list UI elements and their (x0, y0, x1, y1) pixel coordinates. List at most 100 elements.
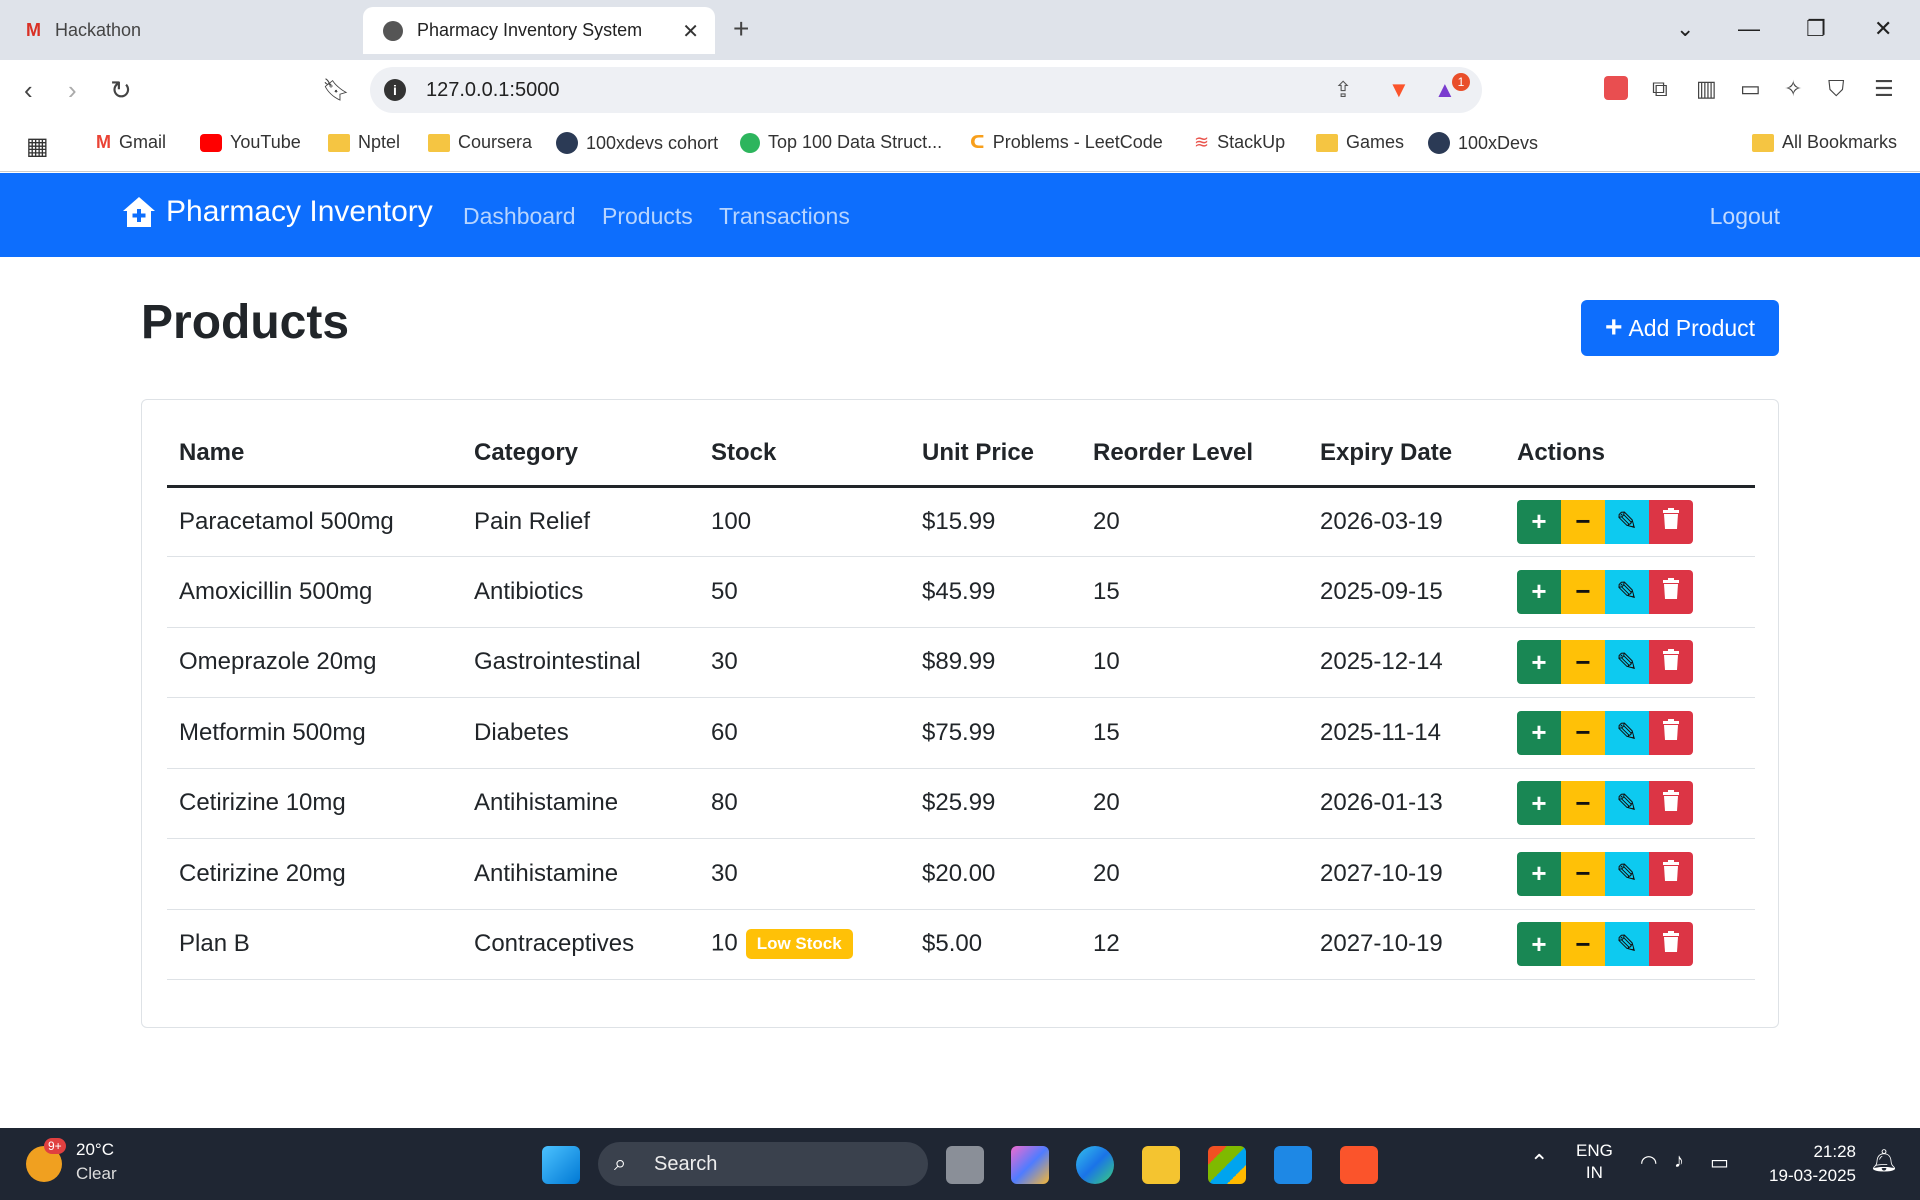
share-icon[interactable]: ⇪ (1334, 77, 1352, 103)
add-product-label: Add Product (1628, 314, 1756, 341)
task-view-icon[interactable] (946, 1146, 984, 1184)
vpn-shield-icon[interactable]: ⛉ (1828, 76, 1845, 102)
restore-button[interactable]: ❐ (1806, 14, 1826, 44)
increase-stock-button[interactable]: + (1517, 922, 1561, 967)
bookmark-stackup[interactable]: ≋ StackUp (1194, 132, 1285, 153)
edit-button[interactable]: ✎ (1605, 922, 1649, 967)
wifi-icon[interactable]: ◠ (1640, 1150, 1657, 1175)
price-value: $15.99 (922, 507, 996, 535)
forward-button[interactable]: › (68, 76, 77, 104)
microsoft-store-icon[interactable] (1208, 1146, 1246, 1184)
delete-button[interactable] (1649, 640, 1693, 685)
new-tab-button[interactable]: + (733, 14, 749, 44)
increase-stock-button[interactable]: + (1517, 851, 1561, 896)
close-tab-icon[interactable]: ✕ (682, 19, 699, 44)
nav-products[interactable]: Products (602, 203, 693, 230)
trash-icon (1662, 717, 1680, 748)
brave-browser-icon[interactable] (1340, 1146, 1378, 1184)
vscode-icon[interactable] (1274, 1146, 1312, 1184)
cell-category: Gastrointestinal (462, 627, 699, 698)
extensions-puzzle-icon[interactable]: ⧉ (1652, 76, 1668, 102)
increase-stock-button[interactable]: + (1517, 710, 1561, 755)
trash-icon (1662, 788, 1680, 819)
windows-start-icon[interactable] (542, 1146, 580, 1184)
bookmark-top-100[interactable]: Top 100 Data Struct... (740, 132, 942, 153)
decrease-stock-button[interactable]: − (1561, 851, 1605, 896)
sidebar-icon[interactable]: ▥ (1696, 76, 1717, 102)
close-window-button[interactable]: ✕ (1874, 14, 1892, 44)
category-value: Contraceptives (474, 930, 635, 958)
battery-icon[interactable]: ▭ (1710, 1150, 1729, 1175)
bookmark-100xdevs[interactable]: 100xDevs (1428, 132, 1538, 154)
copilot-icon[interactable] (1011, 1146, 1049, 1184)
extension-icon[interactable] (1604, 76, 1628, 100)
url-text[interactable]: 127.0.0.1:5000 (426, 79, 559, 102)
increase-stock-button[interactable]: + (1517, 569, 1561, 614)
all-bookmarks[interactable]: All Bookmarks (1752, 132, 1897, 153)
reload-button[interactable]: ↻ (110, 76, 132, 104)
edit-button[interactable]: ✎ (1605, 640, 1649, 685)
cell-name: Cetirizine 10mg (167, 768, 462, 839)
edit-button[interactable]: ✎ (1605, 569, 1649, 614)
bookmark-icon[interactable]: 🔖︎ (322, 76, 350, 104)
bookmark-games[interactable]: Games (1316, 132, 1404, 153)
temperature: 20°C (76, 1140, 114, 1159)
back-button[interactable]: ‹ (24, 76, 33, 104)
increase-stock-button[interactable]: + (1517, 781, 1561, 826)
edit-button[interactable]: ✎ (1605, 499, 1649, 544)
edge-icon[interactable] (1076, 1146, 1114, 1184)
bookmark-coursera[interactable]: Coursera (428, 132, 532, 153)
bookmark-100xdevs-cohort[interactable]: 100xdevs cohort (556, 132, 718, 154)
clock[interactable]: 21:28 19-03-2025 (1760, 1140, 1856, 1188)
nav-transactions[interactable]: Transactions (719, 203, 850, 230)
brand-link[interactable]: Pharmacy Inventory (122, 195, 433, 229)
menu-icon[interactable]: ☰ (1874, 76, 1894, 102)
delete-button[interactable] (1649, 781, 1693, 826)
nav-dashboard[interactable]: Dashboard (463, 203, 576, 230)
notification-bell-icon[interactable]: 🔔︎ (1870, 1148, 1898, 1174)
file-explorer-icon[interactable] (1142, 1146, 1180, 1184)
decrease-stock-button[interactable]: − (1561, 640, 1605, 685)
volume-icon[interactable]: ♪ (1674, 1150, 1684, 1173)
reorder-value: 20 (1093, 507, 1120, 535)
minimize-button[interactable]: — (1738, 14, 1760, 44)
bookmark-youtube[interactable]: YouTube (200, 132, 301, 153)
tab-hackathon[interactable]: M Hackathon (10, 7, 350, 54)
language-indicator[interactable]: ENG IN (1576, 1140, 1613, 1184)
decrease-stock-button[interactable]: − (1561, 499, 1605, 544)
decrease-stock-button[interactable]: − (1561, 710, 1605, 755)
tab-list-icon[interactable]: ⌄ (1676, 14, 1694, 44)
edit-button[interactable]: ✎ (1605, 710, 1649, 755)
wallet-icon[interactable]: ▭ (1740, 76, 1761, 102)
bookmark-gmail[interactable]: M Gmail (96, 132, 166, 153)
edit-button[interactable]: ✎ (1605, 781, 1649, 826)
delete-button[interactable] (1649, 710, 1693, 755)
site-info-icon[interactable]: i (384, 79, 406, 101)
tray-overflow-icon[interactable]: ⌃ (1530, 1150, 1548, 1176)
decrease-stock-button[interactable]: − (1561, 781, 1605, 826)
bookmark-nptel[interactable]: Nptel (328, 132, 400, 153)
edit-button[interactable]: ✎ (1605, 851, 1649, 896)
plus-icon: + (1531, 858, 1547, 889)
bookmark-leetcode[interactable]: ᑕ Problems - LeetCode (970, 132, 1163, 153)
increase-stock-button[interactable]: + (1517, 640, 1561, 685)
trash-icon (1662, 576, 1680, 607)
apps-grid-icon[interactable]: ▦ (26, 132, 49, 161)
delete-button[interactable] (1649, 499, 1693, 544)
delete-button[interactable] (1649, 851, 1693, 896)
increase-stock-button[interactable]: + (1517, 499, 1561, 544)
leo-ai-icon[interactable]: ✧ (1784, 76, 1802, 102)
tab-pharmacy[interactable]: Pharmacy Inventory System ✕ (363, 7, 715, 54)
decrease-stock-button[interactable]: − (1561, 922, 1605, 967)
cell-expiry: 2027-10-19 (1308, 838, 1505, 910)
logout-link[interactable]: Logout (1710, 203, 1780, 230)
header-category: Category (462, 422, 699, 488)
brave-shields-icon[interactable]: ▼ (1388, 77, 1410, 103)
delete-button[interactable] (1649, 922, 1693, 967)
bookmarks-bar: ▦ M Gmail YouTube Nptel Coursera 100xdevs… (0, 120, 1920, 172)
taskbar-search[interactable]: ⌕ Search (598, 1142, 928, 1186)
url-bar[interactable]: i 127.0.0.1:5000 ⇪ ▼ ▲ 1 (370, 67, 1482, 113)
add-product-button[interactable]: + Add Product (1581, 300, 1779, 356)
decrease-stock-button[interactable]: − (1561, 569, 1605, 614)
delete-button[interactable] (1649, 569, 1693, 614)
